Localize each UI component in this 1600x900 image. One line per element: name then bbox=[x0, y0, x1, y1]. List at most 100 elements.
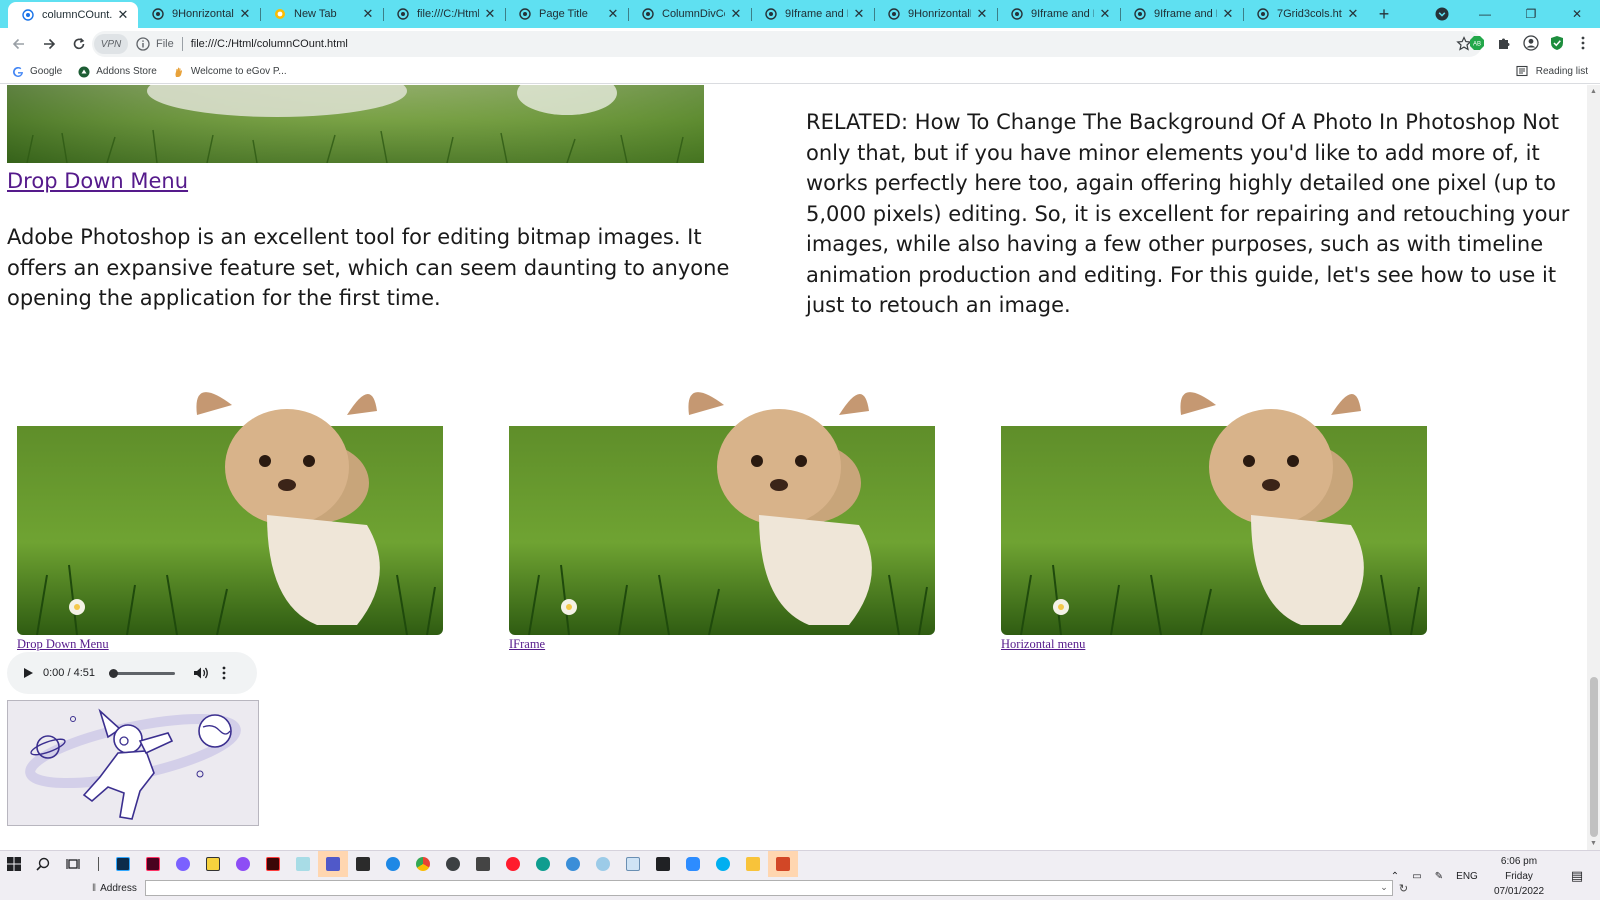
close-icon[interactable]: ✕ bbox=[606, 6, 620, 21]
task-view-button[interactable] bbox=[58, 851, 88, 877]
close-window-button[interactable]: ✕ bbox=[1554, 0, 1600, 28]
edge-dev-app[interactable] bbox=[588, 851, 618, 877]
bookmark-egov[interactable]: Welcome to eGov P... bbox=[173, 66, 287, 78]
tab-iframe-dropdown-3[interactable]: 9Iframe and Dro ✕ bbox=[1120, 0, 1243, 28]
tab-new-tab[interactable]: New Tab ✕ bbox=[260, 0, 383, 28]
close-icon[interactable]: ✕ bbox=[1221, 6, 1235, 21]
edge-beta-app[interactable] bbox=[558, 851, 588, 877]
scroll-down-arrow-icon[interactable]: ▼ bbox=[1590, 840, 1597, 847]
file-explorer-app[interactable] bbox=[738, 851, 768, 877]
close-icon[interactable]: ✕ bbox=[361, 6, 375, 21]
notepad-app[interactable] bbox=[288, 851, 318, 877]
language-indicator[interactable]: ENG bbox=[1450, 871, 1484, 882]
opera-app[interactable] bbox=[498, 851, 528, 877]
audio-progress-slider[interactable] bbox=[109, 668, 175, 678]
pen-icon[interactable]: ✎ bbox=[1428, 871, 1450, 882]
play-icon[interactable] bbox=[21, 666, 35, 680]
close-icon[interactable]: ✕ bbox=[1098, 6, 1112, 21]
tab-label: 9Iframe and Dro bbox=[785, 8, 848, 20]
notification-icon[interactable]: ▤ bbox=[1554, 868, 1600, 884]
profile-button[interactable] bbox=[1522, 34, 1540, 52]
reading-list-button[interactable]: Reading list bbox=[1516, 65, 1588, 77]
close-icon[interactable]: ✕ bbox=[1346, 6, 1360, 21]
tab-iframe-dropdown-2[interactable]: 9Iframe and Dro ✕ bbox=[997, 0, 1120, 28]
edge-beta-icon bbox=[566, 857, 580, 871]
forward-button[interactable] bbox=[36, 31, 62, 57]
back-button[interactable] bbox=[6, 31, 32, 57]
globe-icon bbox=[1011, 8, 1023, 20]
puzzle-icon bbox=[1499, 38, 1510, 49]
scrollbar-thumb[interactable] bbox=[1590, 677, 1598, 837]
card-link-iframe[interactable]: IFrame bbox=[509, 637, 545, 652]
bluetooth-app[interactable] bbox=[378, 851, 408, 877]
tab-horizontal-dropdown-2[interactable]: 9HonrizontalDro ✕ bbox=[874, 0, 997, 28]
tab-page-title[interactable]: Page Title ✕ bbox=[505, 0, 628, 28]
restore-button[interactable]: ❐ bbox=[1508, 0, 1554, 28]
astronaut-drawing bbox=[25, 708, 241, 820]
globe-icon bbox=[152, 8, 164, 20]
search-button[interactable] bbox=[28, 851, 58, 877]
vpn-badge[interactable]: VPN bbox=[94, 34, 128, 54]
maps-app[interactable] bbox=[168, 851, 198, 877]
photos-app[interactable] bbox=[348, 851, 378, 877]
battery-icon[interactable]: ▭ bbox=[1406, 871, 1428, 882]
photoshop-app[interactable] bbox=[108, 851, 138, 877]
sticky-notes-icon bbox=[206, 857, 220, 871]
astronaut-illustration bbox=[7, 700, 259, 826]
tab-horizontal-dropdown[interactable]: 9HonrizontalDro ✕ bbox=[138, 0, 260, 28]
tab-search-button[interactable] bbox=[1422, 0, 1462, 28]
windows-taskbar: ‖ Address ⌄ ↻ ⌃ ▭ ✎ ENG 6:06 pm Friday 0… bbox=[0, 850, 1600, 900]
close-icon[interactable]: ✕ bbox=[975, 6, 989, 21]
url-text[interactable]: file:///C:/Html/columnCOunt.html bbox=[191, 38, 348, 50]
tab-grid-3cols[interactable]: 7Grid3cols.html ✕ bbox=[1243, 0, 1368, 28]
page-scrollbar[interactable]: ▲ ▼ bbox=[1587, 85, 1600, 850]
animate-app[interactable] bbox=[258, 851, 288, 877]
search-icon bbox=[36, 857, 50, 871]
minimize-button[interactable]: — bbox=[1462, 0, 1508, 28]
taskbar-address-toolbar: ‖ Address ⌄ ↻ bbox=[92, 878, 1408, 898]
sticky-notes-app[interactable] bbox=[198, 851, 228, 877]
skype-app[interactable] bbox=[708, 851, 738, 877]
calculator-app[interactable] bbox=[468, 851, 498, 877]
scroll-up-arrow-icon[interactable]: ▲ bbox=[1590, 88, 1597, 95]
chevron-up-icon[interactable]: ⌃ bbox=[1384, 871, 1406, 882]
chrome-app[interactable] bbox=[408, 851, 438, 877]
bookmark-addons-store[interactable]: Addons Store bbox=[78, 66, 157, 78]
card-link-horizontal-menu[interactable]: Horizontal menu bbox=[1001, 637, 1085, 652]
close-icon[interactable]: ✕ bbox=[852, 6, 866, 21]
indesign-app[interactable] bbox=[138, 851, 168, 877]
reading-list-icon bbox=[1516, 65, 1528, 77]
more-options-icon[interactable] bbox=[221, 666, 227, 680]
new-tab-button[interactable]: + bbox=[1368, 0, 1400, 28]
volume-icon[interactable] bbox=[193, 666, 209, 680]
drop-down-menu-link[interactable]: Drop Down Menu bbox=[7, 169, 188, 193]
shield-extension-button[interactable] bbox=[1548, 34, 1566, 52]
tab-column-div-cells[interactable]: ColumnDivCells ✕ bbox=[628, 0, 751, 28]
tab-columncount[interactable]: columnCOunt.ht ✕ bbox=[8, 2, 138, 28]
address-bar[interactable]: VPN File file:///C:/Html/columnCOunt.htm… bbox=[92, 31, 1482, 57]
settings-app[interactable] bbox=[438, 851, 468, 877]
reload-button[interactable] bbox=[66, 31, 92, 57]
zoom-app[interactable] bbox=[678, 851, 708, 877]
start-button[interactable] bbox=[0, 851, 28, 877]
powerpoint-app[interactable] bbox=[768, 851, 798, 877]
close-icon[interactable]: ✕ bbox=[729, 6, 743, 21]
edge-app[interactable] bbox=[528, 851, 558, 877]
close-icon[interactable]: ✕ bbox=[483, 6, 497, 21]
extensions-button[interactable] bbox=[1495, 34, 1513, 52]
taskbar-address-input[interactable]: ⌄ bbox=[144, 880, 1393, 896]
browser-menu-button[interactable] bbox=[1574, 34, 1592, 52]
card-link-drop-down-menu[interactable]: Drop Down Menu bbox=[17, 637, 109, 652]
close-icon[interactable]: ✕ bbox=[238, 6, 252, 21]
teams-app[interactable] bbox=[318, 851, 348, 877]
info-icon[interactable] bbox=[136, 37, 150, 51]
bookmark-google[interactable]: Google bbox=[12, 66, 62, 78]
close-icon[interactable]: ✕ bbox=[116, 7, 130, 22]
tab-file-9[interactable]: file:///C:/Html/9 ✕ bbox=[383, 0, 505, 28]
adblock-extension-icon[interactable]: AB bbox=[1468, 34, 1486, 52]
store-app[interactable] bbox=[648, 851, 678, 877]
tab-iframe-dropdown[interactable]: 9Iframe and Dro ✕ bbox=[751, 0, 874, 28]
clock[interactable]: 6:06 pm Friday 07/01/2022 bbox=[1484, 854, 1554, 899]
document-app[interactable] bbox=[618, 851, 648, 877]
messenger-app[interactable] bbox=[228, 851, 258, 877]
